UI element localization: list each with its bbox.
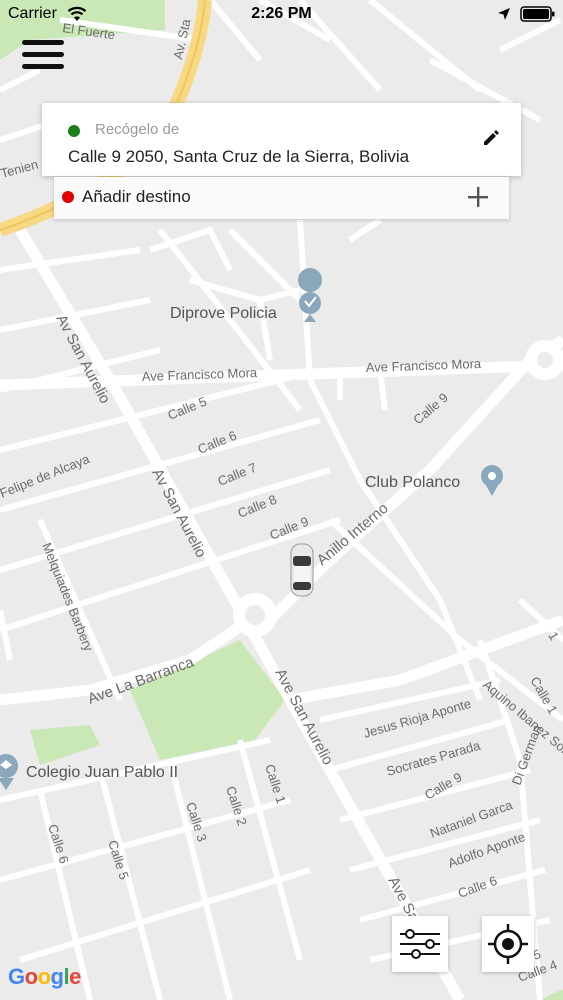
menu-button[interactable] xyxy=(22,40,66,76)
add-destination-button[interactable]: Añadir destino xyxy=(54,177,509,219)
poi-label: Club Polanco xyxy=(365,474,460,491)
crosshair-icon xyxy=(488,924,528,964)
location-arrow-icon xyxy=(498,8,510,20)
google-logo: Google xyxy=(8,964,81,989)
pickup-dot-icon xyxy=(68,125,80,137)
destination-dot-icon xyxy=(62,191,74,203)
filter-button[interactable] xyxy=(392,916,448,972)
plus-icon[interactable] xyxy=(467,186,489,208)
sliders-icon xyxy=(400,929,440,959)
battery-icon xyxy=(520,6,555,22)
pickup-label: Recógelo de xyxy=(95,121,180,138)
my-location-button[interactable] xyxy=(482,916,534,972)
hamburger-icon xyxy=(22,40,66,69)
destination-label: Añadir destino xyxy=(82,187,191,206)
car-marker[interactable] xyxy=(290,543,314,597)
pickup-address[interactable]: Calle 9 2050, Santa Cruz de la Sierra, B… xyxy=(68,147,409,167)
status-time: 2:26 PM xyxy=(251,5,312,22)
poi-label: Colegio Juan Pablo II xyxy=(26,764,178,781)
poi-label: Diprove Policia xyxy=(170,305,277,322)
pencil-icon[interactable] xyxy=(482,129,500,147)
police-icon xyxy=(299,292,321,314)
pickup-card[interactable]: Recógelo de Calle 9 2050, Santa Cruz de … xyxy=(42,103,521,176)
status-bar: Carrier 2:26 PM xyxy=(0,0,563,30)
